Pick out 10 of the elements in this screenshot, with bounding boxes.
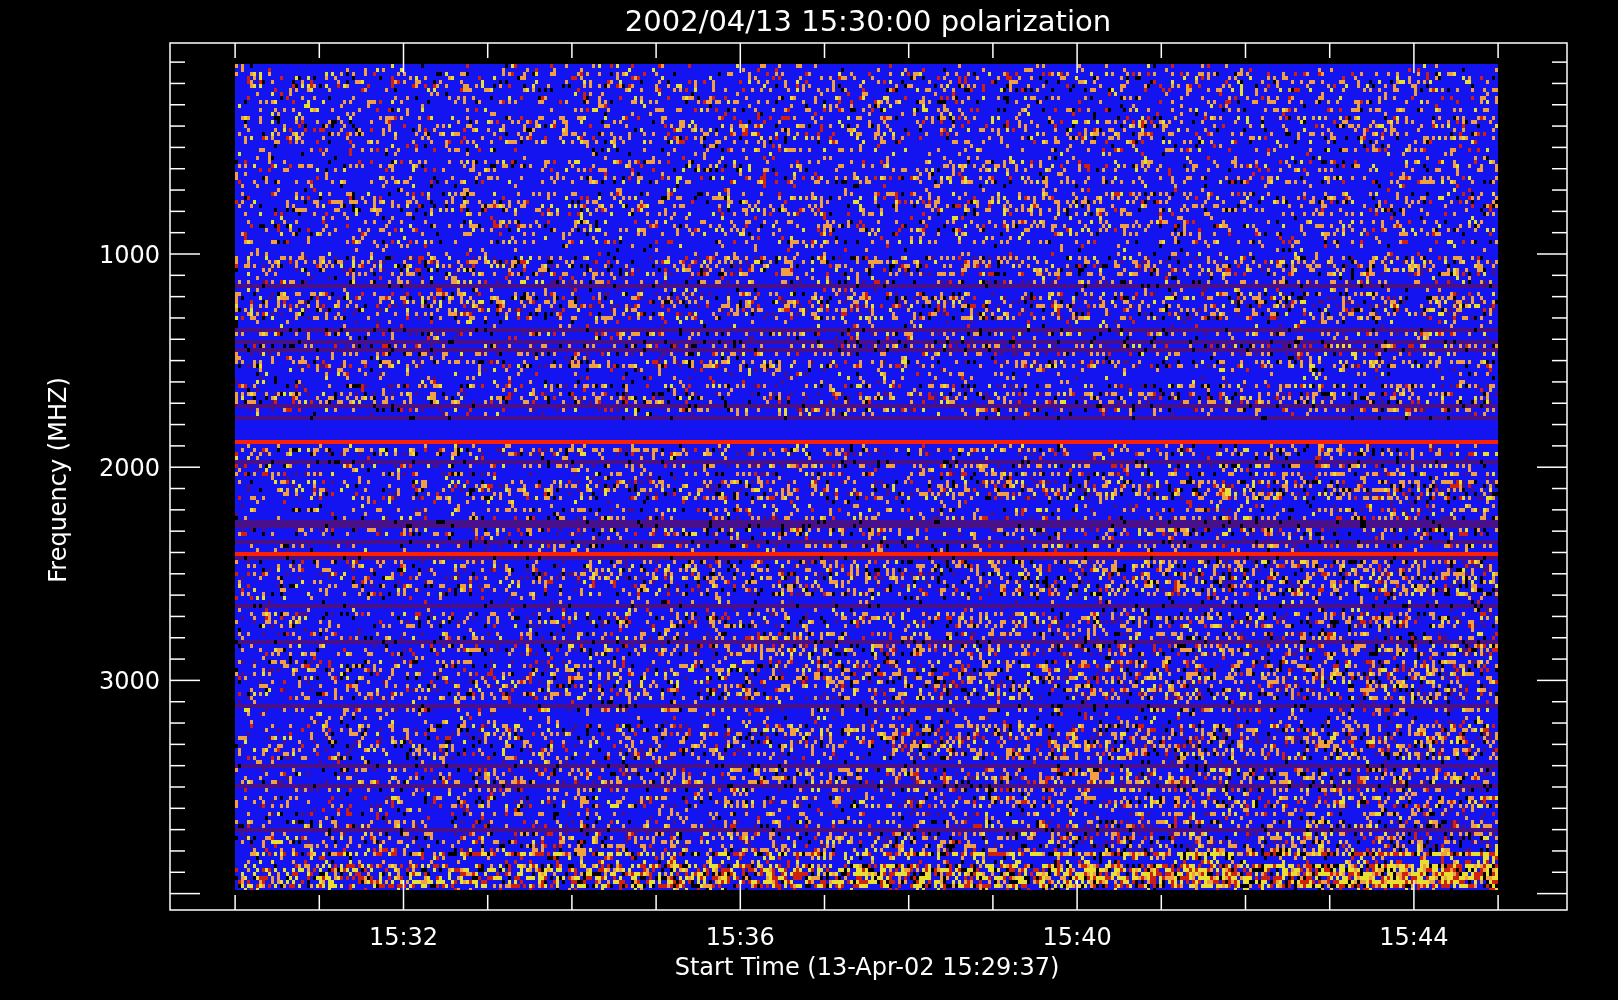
y-tick-label: 3000 [98, 667, 160, 696]
x-axis-label: Start Time (13-Apr-02 15:29:37) [674, 953, 1060, 981]
y-tick-label: 1000 [98, 241, 160, 269]
y-axis-label: Frequency (MHZ) [44, 377, 72, 583]
x-tick-label: 15:44 [1379, 923, 1449, 951]
y-tick-label: 2000 [98, 454, 160, 483]
plot-title: 2002/04/13 15:30:00 polarization [624, 4, 1112, 38]
x-tick-label: 15:36 [705, 923, 775, 951]
x-tick-label: 15:40 [1042, 923, 1112, 951]
x-tick-label: 15:32 [368, 923, 439, 951]
